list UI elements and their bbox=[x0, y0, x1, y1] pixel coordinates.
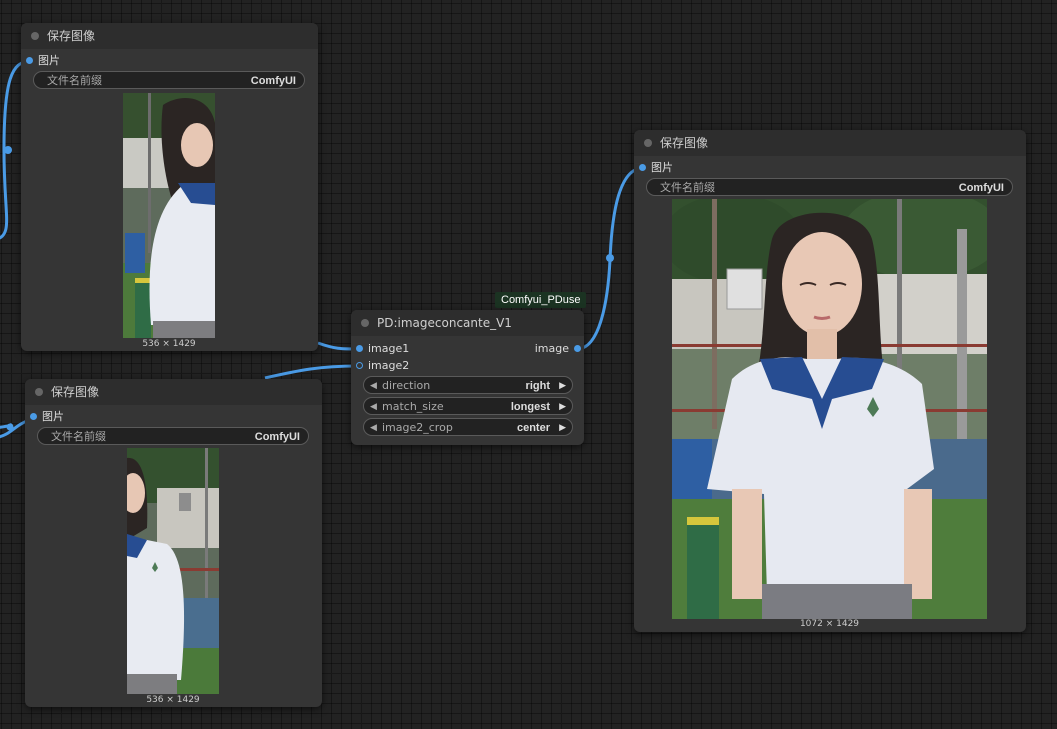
combo-prev-arrow-icon[interactable]: ◀ bbox=[370, 377, 377, 395]
image-dimensions: 536 × 1429 bbox=[146, 695, 200, 705]
input-label: image2 bbox=[368, 359, 410, 372]
filename-prefix-label: 文件名前缀 bbox=[660, 181, 715, 194]
image-preview bbox=[127, 448, 219, 694]
filename-prefix-field[interactable]: 文件名前缀 ComfyUI bbox=[33, 71, 305, 89]
node-title: PD:imageconcante_V1 bbox=[377, 316, 512, 330]
filename-prefix-field[interactable]: 文件名前缀 ComfyUI bbox=[646, 178, 1013, 196]
filename-prefix-field[interactable]: 文件名前缀 ComfyUI bbox=[37, 427, 309, 445]
link-image2 bbox=[264, 364, 359, 380]
photo-illustration bbox=[672, 199, 987, 619]
link-midpoint bbox=[606, 254, 614, 262]
link-midpoint bbox=[6, 423, 14, 431]
image2-crop-combo[interactable]: ◀ image2_crop center ▶ bbox=[363, 418, 573, 436]
match-size-combo[interactable]: ◀ match_size longest ▶ bbox=[363, 397, 573, 415]
direction-combo[interactable]: ◀ direction right ▶ bbox=[363, 376, 573, 394]
image-dimensions: 536 × 1429 bbox=[142, 339, 196, 349]
collapse-dot-icon[interactable] bbox=[644, 139, 652, 147]
output-dot-icon[interactable] bbox=[574, 345, 581, 352]
input-dot-icon[interactable] bbox=[356, 345, 363, 352]
input-dot-icon[interactable] bbox=[26, 57, 33, 64]
combo-next-arrow-icon[interactable]: ▶ bbox=[559, 377, 566, 395]
combo-label: image2_crop bbox=[382, 421, 453, 434]
link-to-bottom-save-2 bbox=[0, 422, 14, 429]
input-slot-image1[interactable]: image1 bbox=[356, 342, 456, 356]
input-label: 图片 bbox=[42, 410, 64, 423]
node-title-bar[interactable]: 保存图像 bbox=[21, 23, 318, 49]
save-image-node-right[interactable]: 保存图像 图片 文件名前缀 ComfyUI 1072 × 1429 bbox=[634, 130, 1026, 632]
node-title-bar[interactable]: 保存图像 bbox=[634, 130, 1026, 156]
node-title: 保存图像 bbox=[660, 136, 709, 150]
collapse-dot-icon[interactable] bbox=[361, 319, 369, 327]
input-dot-icon[interactable] bbox=[639, 164, 646, 171]
input-label: 图片 bbox=[38, 54, 60, 67]
filename-prefix-value: ComfyUI bbox=[254, 431, 300, 443]
input-slot-image2[interactable]: image2 bbox=[356, 359, 456, 373]
image-preview bbox=[123, 93, 215, 338]
link-midpoint bbox=[4, 146, 12, 154]
combo-value: right bbox=[525, 380, 550, 392]
image-concat-node[interactable]: PD:imageconcante_V1 image1 image2 image … bbox=[351, 310, 584, 445]
filename-prefix-value: ComfyUI bbox=[958, 182, 1004, 194]
filename-prefix-value: ComfyUI bbox=[250, 75, 296, 87]
combo-label: match_size bbox=[382, 400, 444, 413]
output-label: image bbox=[534, 342, 569, 355]
input-label: 图片 bbox=[651, 161, 673, 174]
combo-value: center bbox=[516, 422, 550, 434]
input-label: image1 bbox=[368, 342, 410, 355]
photo-illustration bbox=[123, 93, 215, 338]
node-source-badge: Comfyui_PDuse bbox=[495, 292, 587, 308]
filename-prefix-label: 文件名前缀 bbox=[47, 74, 102, 87]
filename-prefix-label: 文件名前缀 bbox=[51, 430, 106, 443]
input-ring-icon[interactable] bbox=[356, 362, 363, 369]
node-title: 保存图像 bbox=[47, 29, 96, 43]
image-preview bbox=[672, 199, 987, 619]
node-title: 保存图像 bbox=[51, 385, 100, 399]
save-image-node-bottom[interactable]: 保存图像 图片 文件名前缀 ComfyUI 536 × 1429 bbox=[25, 379, 322, 707]
combo-next-arrow-icon[interactable]: ▶ bbox=[559, 419, 566, 437]
input-dot-icon[interactable] bbox=[30, 413, 37, 420]
collapse-dot-icon[interactable] bbox=[35, 388, 43, 396]
combo-value: longest bbox=[510, 401, 550, 413]
node-title-bar[interactable]: PD:imageconcante_V1 bbox=[351, 310, 584, 336]
combo-label: direction bbox=[382, 379, 431, 392]
combo-prev-arrow-icon[interactable]: ◀ bbox=[370, 398, 377, 416]
image-dimensions: 1072 × 1429 bbox=[799, 619, 860, 629]
combo-prev-arrow-icon[interactable]: ◀ bbox=[370, 419, 377, 437]
combo-next-arrow-icon[interactable]: ▶ bbox=[559, 398, 566, 416]
collapse-dot-icon[interactable] bbox=[31, 32, 39, 40]
output-slot-image[interactable]: image bbox=[501, 342, 581, 356]
photo-illustration bbox=[127, 448, 219, 694]
node-title-bar[interactable]: 保存图像 bbox=[25, 379, 322, 405]
save-image-node-top[interactable]: 保存图像 图片 文件名前缀 ComfyUI 536 × 1429 bbox=[21, 23, 318, 351]
